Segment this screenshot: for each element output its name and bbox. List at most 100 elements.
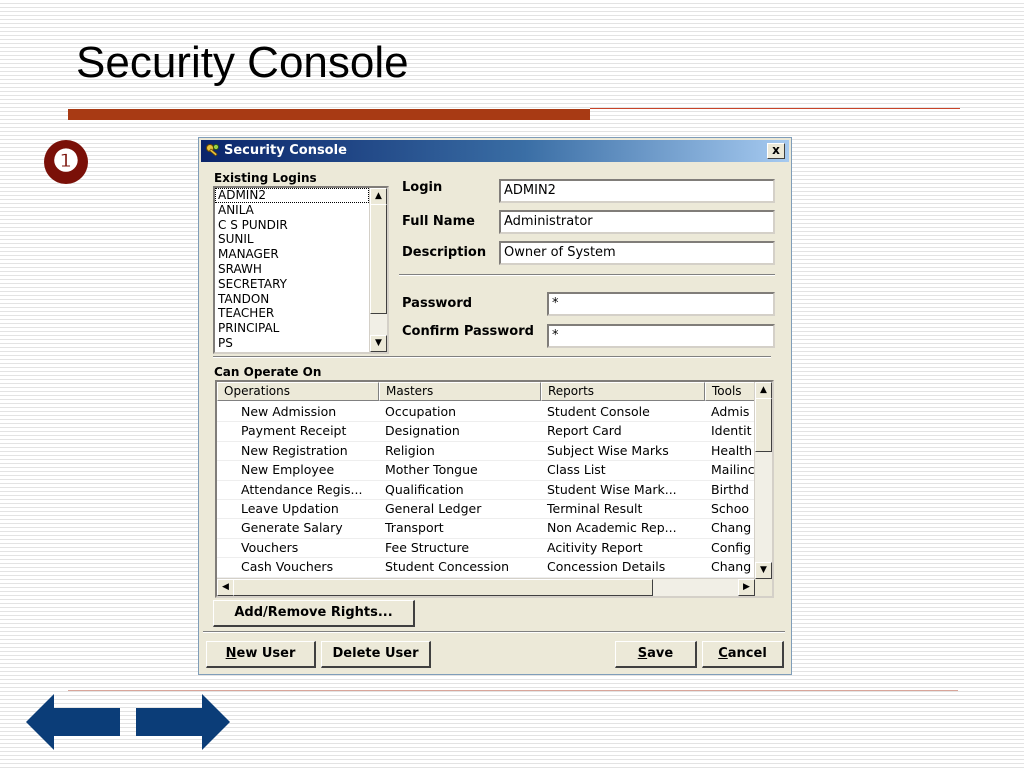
existing-logins-list[interactable]: ADMIN2 ANILA C S PUNDIR SUNIL MANAGER SRAWH SE…	[213, 186, 389, 354]
save-mnemonic: S	[637, 646, 648, 661]
permission-cell-tools: Health	[711, 442, 753, 458]
section-separator	[213, 356, 771, 358]
arrow-left-icon	[26, 694, 120, 750]
permission-cell-reports: Acitivity Report	[547, 539, 643, 555]
permission-row[interactable]: Vouchers Fee Structure Acitivity Report Con…	[217, 538, 755, 559]
permission-row[interactable]: New Employee Mother Tongue Class List Maili…	[217, 460, 755, 481]
permission-cell-reports: Class List	[547, 462, 606, 478]
permission-cell-masters: Fee Structure	[385, 539, 470, 555]
column-header-masters[interactable]: Masters	[379, 382, 541, 401]
description-label: Description	[402, 245, 487, 260]
confirm-password-label: Confirm Password	[402, 324, 534, 339]
logins-scroll-thumb[interactable]	[370, 204, 387, 314]
permission-cell-reports: Terminal Result	[547, 501, 643, 516]
grid-scroll-right-arrow-icon[interactable]: ▶	[738, 579, 755, 596]
grid-hscroll-thumb[interactable]	[233, 579, 653, 596]
permission-cell-tools: Admis	[711, 404, 750, 419]
login-list-item[interactable]: ANILA	[215, 203, 387, 218]
column-header-tools[interactable]: Tools	[705, 382, 757, 401]
password-label: Password	[402, 296, 473, 311]
permission-cell-reports: Subject Wise Marks	[547, 442, 669, 458]
password-field[interactable]: *	[547, 292, 775, 316]
previous-slide-button[interactable]	[24, 690, 134, 754]
form-separator	[399, 274, 775, 276]
scroll-up-arrow-icon[interactable]: ▲	[370, 188, 387, 205]
can-operate-on-label: Can Operate On	[214, 365, 322, 379]
login-list-item[interactable]: SRAWH	[215, 262, 387, 277]
permission-cell-operations: Leave Updation	[241, 501, 339, 516]
permission-cell-tools: Identit	[711, 423, 752, 439]
permissions-grid[interactable]: Operations Masters Reports Tools New Adm…	[215, 380, 774, 598]
login-label: Login	[402, 180, 443, 195]
grid-horizontal-scrollbar[interactable]: ◀ ▶	[217, 578, 755, 596]
login-list-item[interactable]: SUNIL	[215, 232, 387, 247]
grid-scroll-up-arrow-icon[interactable]: ▲	[755, 382, 772, 399]
permission-cell-tools: Chang	[711, 520, 752, 536]
permission-cell-tools: Chang	[711, 559, 752, 575]
permission-cell-operations: Generate Salary	[241, 520, 343, 536]
login-list-item[interactable]: ADMIN2	[215, 188, 369, 203]
permission-row[interactable]: Cash Vouchers Student Concession Concessio…	[217, 557, 755, 578]
permission-cell-tools: Schoo	[711, 501, 750, 516]
permission-cell-masters: Mother Tongue	[385, 462, 478, 478]
step-number-bullet: ❶	[44, 140, 88, 184]
login-list-item[interactable]: PRINCIPAL	[215, 321, 387, 336]
grid-body: New Admission Occupation Student Console Ad…	[217, 402, 755, 579]
permission-row[interactable]: Attendance Regis... Qualification Student …	[217, 480, 755, 500]
permission-cell-masters: Designation	[385, 423, 460, 439]
cancel-button[interactable]: Cancel	[702, 641, 784, 668]
delete-user-button[interactable]: Delete User	[321, 641, 431, 668]
permission-row[interactable]: Leave Updation General Ledger Terminal Res…	[217, 499, 755, 520]
arrow-right-icon	[136, 694, 230, 750]
close-button[interactable]: x	[767, 143, 785, 159]
title-underline-thick	[68, 109, 590, 120]
fullname-label: Full Name	[402, 214, 475, 229]
permission-cell-operations: New Registration	[241, 442, 348, 458]
confirm-password-field[interactable]: *	[547, 324, 775, 348]
login-list-item[interactable]: MANAGER	[215, 247, 387, 262]
scroll-down-arrow-icon[interactable]: ▼	[370, 335, 387, 352]
save-button[interactable]: Save	[615, 641, 697, 668]
permission-row[interactable]: Payment Receipt Designation Report Card Ide…	[217, 421, 755, 442]
description-field[interactable]: Owner of System	[499, 241, 775, 265]
add-remove-rights-button[interactable]: Add/Remove Rights...	[213, 600, 415, 627]
save-rest: ave	[647, 646, 674, 661]
title-underline-thin	[590, 108, 960, 109]
new-user-mnemonic: N	[225, 646, 237, 661]
grid-scroll-down-arrow-icon[interactable]: ▼	[755, 562, 772, 579]
column-header-reports[interactable]: Reports	[541, 382, 705, 401]
login-list-item[interactable]: SECRETARY	[215, 277, 387, 292]
permission-row[interactable]: New Admission Occupation Student Console Ad…	[217, 402, 755, 423]
footer-separator	[203, 631, 785, 633]
login-list-item[interactable]: TEACHER	[215, 306, 387, 321]
new-user-button[interactable]: New User	[206, 641, 316, 668]
permission-row[interactable]: New Registration Religion Subject Wise Mar…	[217, 441, 755, 462]
login-list-item[interactable]: C S PUNDIR	[215, 218, 387, 233]
permission-cell-operations: Payment Receipt	[241, 423, 347, 439]
grid-scroll-corner	[755, 579, 772, 596]
permission-cell-operations: New Employee	[241, 462, 335, 478]
grid-scroll-left-arrow-icon[interactable]: ◀	[217, 579, 234, 596]
logins-scrollbar[interactable]: ▲ ▼	[369, 188, 387, 352]
login-list-item[interactable]: PS	[215, 336, 387, 351]
login-field[interactable]: ADMIN2	[499, 179, 775, 203]
permission-cell-reports: Student Console	[547, 404, 650, 419]
keys-icon	[205, 143, 221, 159]
cancel-rest: ancel	[727, 646, 767, 661]
permission-cell-masters: Student Concession	[385, 559, 510, 575]
permission-cell-reports: Student Wise Mark...	[547, 481, 677, 497]
window-titlebar[interactable]: Security Console x	[201, 140, 789, 162]
permission-cell-masters: Transport	[385, 520, 444, 536]
permission-cell-operations: Vouchers	[241, 539, 299, 555]
next-slide-button[interactable]	[134, 690, 244, 754]
login-list-item[interactable]: TANDON	[215, 292, 387, 307]
fullname-field[interactable]: Administrator	[499, 210, 775, 234]
column-header-operations[interactable]: Operations	[217, 382, 379, 401]
grid-vertical-scrollbar[interactable]: ▲ ▼	[754, 382, 772, 579]
grid-vscroll-thumb[interactable]	[755, 398, 772, 452]
permission-cell-reports: Concession Details	[547, 559, 666, 575]
permission-row[interactable]: Generate Salary Transport Non Academic Rep…	[217, 518, 755, 539]
existing-logins-label: Existing Logins	[214, 171, 317, 185]
permission-cell-masters: Religion	[385, 442, 435, 458]
permission-cell-operations: Cash Vouchers	[241, 559, 334, 575]
